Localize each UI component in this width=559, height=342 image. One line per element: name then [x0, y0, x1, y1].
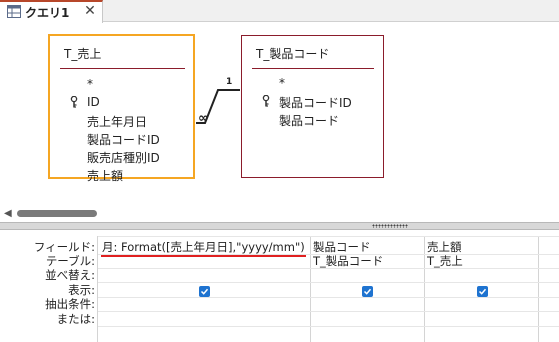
row-header-sort: 並べ替え:	[45, 268, 95, 282]
row-header-or: または:	[56, 312, 95, 326]
relationship-one-label: 1	[226, 77, 233, 87]
splitter-grip[interactable]	[372, 224, 408, 228]
show-checkbox[interactable]	[362, 286, 373, 297]
table-box-sales[interactable]: T_売上 * ID 売上年月日 製品コードID 販売店種別ID 売上額	[48, 34, 195, 183]
field-list-item[interactable]: 製品コード	[279, 112, 339, 129]
grid-row-divider	[98, 326, 559, 327]
field-cell[interactable]: 製品コード	[313, 240, 421, 254]
row-header-criteria: 抽出条件:	[45, 297, 95, 311]
row-header-table: テーブル:	[45, 254, 95, 268]
query-design-pane[interactable]: T_売上 * ID 売上年月日 製品コードID 販売店種別ID 売上額 ∞ 1 …	[0, 23, 559, 222]
tab-label: クエリ1	[25, 6, 70, 20]
field-list-item[interactable]: 売上年月日	[87, 113, 147, 130]
design-horizontal-scrollbar[interactable]: ◀	[0, 205, 559, 221]
scrollbar-thumb[interactable]	[17, 210, 97, 217]
row-header-field: フィールド:	[33, 240, 95, 254]
tab-query1[interactable]: クエリ1 ✕	[0, 0, 103, 23]
scroll-left-arrow-icon[interactable]: ◀	[4, 208, 12, 219]
table-title-divider	[252, 68, 374, 69]
show-checkbox[interactable]	[477, 286, 488, 297]
checkmark-icon	[363, 288, 372, 295]
checkmark-icon	[478, 288, 487, 295]
grid-row-divider	[98, 297, 559, 298]
table-box-product-code[interactable]: T_製品コード * 製品コードID 製品コード	[241, 35, 384, 178]
table-cell[interactable]	[102, 254, 308, 268]
field-list-item[interactable]: 製品コードID	[87, 131, 160, 148]
query-icon	[7, 5, 21, 18]
field-cell[interactable]: 売上額	[427, 240, 535, 254]
document-tab-bar: クエリ1 ✕	[0, 0, 559, 23]
field-list-item[interactable]: ID	[87, 95, 100, 109]
grid-row-divider	[98, 236, 559, 237]
field-list-item[interactable]: 製品コードID	[279, 94, 352, 111]
field-list-item[interactable]: *	[87, 77, 93, 91]
field-cell[interactable]: 月: Format([売上年月日],"yyyy/mm")	[102, 240, 308, 254]
grid-row-divider	[98, 282, 559, 283]
show-checkbox[interactable]	[199, 286, 210, 297]
primary-key-icon	[70, 96, 78, 108]
pane-splitter[interactable]	[0, 222, 559, 230]
checkmark-icon	[200, 288, 209, 295]
table-title: T_売上	[64, 47, 102, 61]
row-header-show: 表示:	[68, 283, 95, 297]
field-list-item[interactable]: 販売店種別ID	[87, 149, 160, 166]
relationship-many-label: ∞	[198, 111, 209, 126]
close-icon[interactable]: ✕	[82, 2, 98, 20]
grid-row-divider	[98, 311, 559, 312]
field-list-item[interactable]: 売上額	[87, 167, 123, 184]
primary-key-icon	[262, 95, 270, 107]
table-cell[interactable]: T_売上	[427, 254, 535, 268]
query-design-grid[interactable]: フィールド: テーブル: 並べ替え: 表示: 抽出条件: または: 月: For…	[0, 231, 559, 342]
grid-row-divider	[98, 268, 559, 269]
table-title-divider	[60, 68, 185, 69]
table-title: T_製品コード	[256, 47, 330, 61]
table-cell[interactable]: T_製品コード	[313, 254, 421, 268]
field-list-item[interactable]: *	[279, 76, 285, 90]
